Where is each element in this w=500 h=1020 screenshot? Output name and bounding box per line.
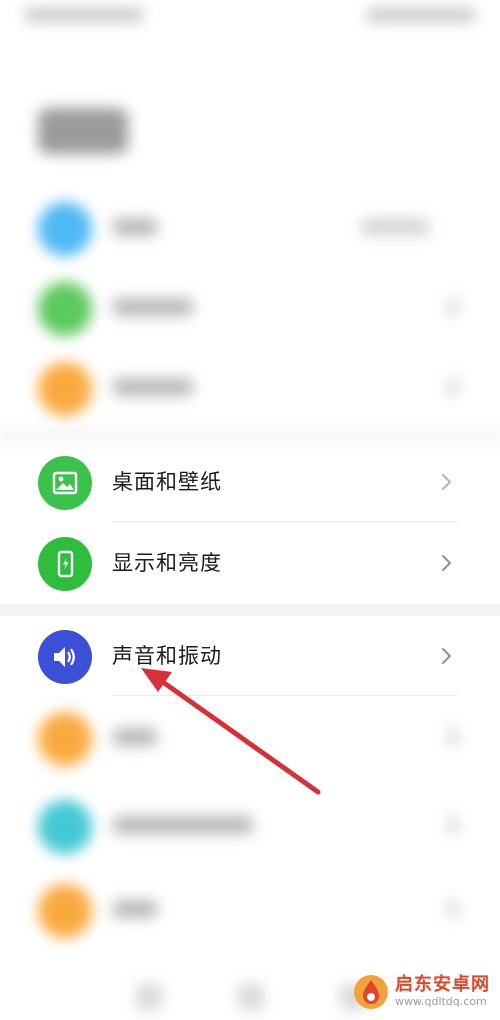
speaker-icon — [38, 630, 92, 684]
watermark-logo-icon — [354, 975, 388, 1009]
section-divider — [0, 430, 500, 442]
status-bar — [0, 0, 500, 36]
nav-icon[interactable] — [238, 984, 264, 1010]
settings-row-label: 桌面和壁纸 — [112, 470, 222, 494]
blurred-chevron-icon — [448, 728, 458, 746]
watermark-url: www.qdltdq.com — [395, 995, 487, 1008]
page-title — [38, 108, 128, 154]
blurred-icon — [38, 884, 92, 938]
blurred-value — [360, 218, 430, 236]
blurred-label — [112, 218, 158, 236]
blurred-icon — [38, 712, 92, 766]
blurred-chevron-icon — [448, 378, 458, 396]
nav-icon[interactable] — [136, 984, 162, 1010]
watermark: 启东安卓网 www.qdltdq.com — [353, 970, 490, 1014]
settings-row-blurred-5[interactable] — [0, 786, 500, 866]
section-divider — [0, 604, 500, 616]
image-icon — [38, 456, 92, 510]
phone-brightness-icon — [38, 537, 92, 591]
blurred-icon — [38, 362, 92, 416]
settings-row-blurred-6[interactable] — [0, 870, 500, 950]
blurred-label — [112, 728, 158, 746]
blurred-chevron-icon — [448, 816, 458, 834]
blurred-chevron-icon — [448, 900, 458, 918]
status-time — [24, 8, 144, 22]
settings-screen: 桌面和壁纸 显示和亮度 声音和振动 启东安卓网 www.qdltdq.com — [0, 0, 500, 1020]
blurred-label — [112, 900, 158, 918]
row-divider — [112, 695, 458, 696]
settings-row-label: 声音和振动 — [112, 644, 222, 668]
blurred-icon — [38, 202, 92, 256]
settings-row-blurred-4[interactable] — [0, 698, 500, 778]
blurred-label — [112, 298, 194, 316]
settings-row-display-brightness[interactable]: 显示和亮度 — [0, 523, 500, 603]
settings-row-blurred-3[interactable] — [0, 348, 500, 428]
blurred-label — [112, 816, 254, 834]
blurred-icon — [38, 800, 92, 854]
status-icons — [366, 8, 476, 22]
chevron-right-icon — [442, 648, 451, 664]
settings-row-blurred-2[interactable] — [0, 268, 500, 348]
blurred-icon — [38, 282, 92, 336]
row-divider — [112, 521, 458, 522]
watermark-name: 启东安卓网 — [395, 974, 490, 995]
blurred-chevron-icon — [448, 298, 458, 316]
settings-row-label: 显示和亮度 — [112, 551, 222, 575]
settings-row-blurred-1[interactable] — [0, 188, 500, 268]
chevron-right-icon — [442, 555, 451, 571]
settings-row-sound-vibration[interactable]: 声音和振动 — [0, 616, 500, 696]
settings-row-desktop-wallpaper[interactable]: 桌面和壁纸 — [0, 442, 500, 522]
blurred-label — [112, 378, 194, 396]
chevron-right-icon — [442, 474, 451, 490]
